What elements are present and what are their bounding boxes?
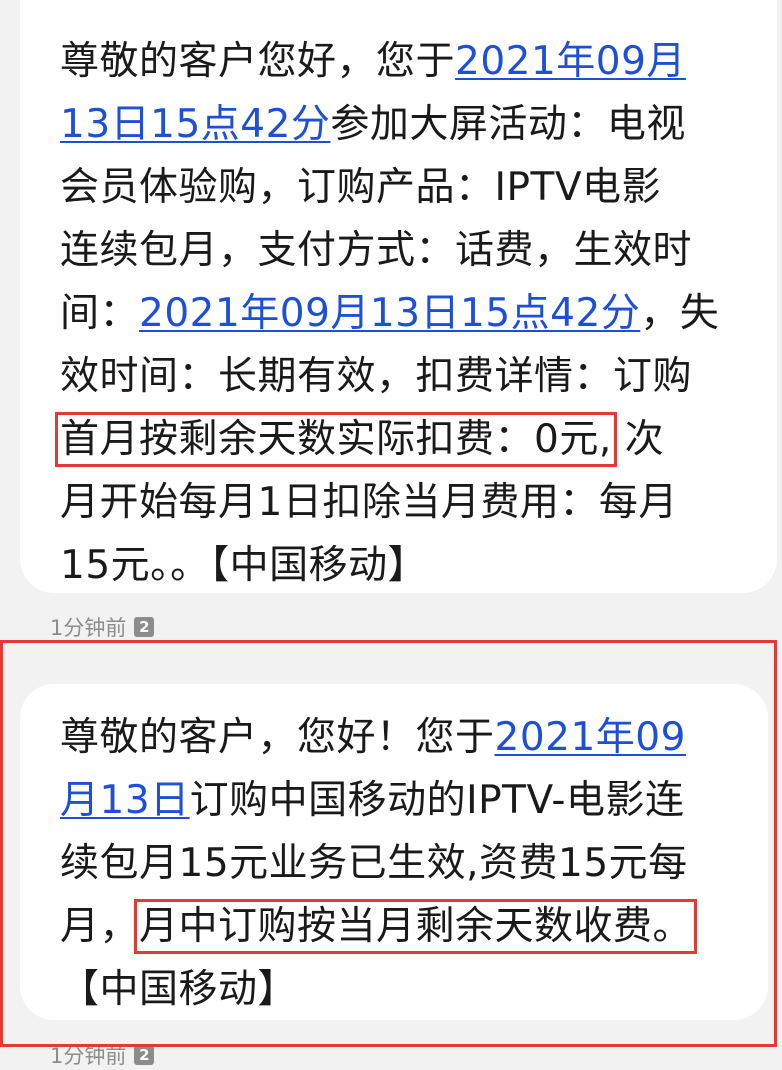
date-link[interactable]: 13日15点42分 (60, 102, 330, 147)
message-line: 续包月15元业务已生效,资费15元每 (60, 832, 692, 895)
message-line: 月开始每月1日扣除当月费用：每月 (60, 471, 719, 534)
message-line: 15元。。【中国移动】 (60, 534, 719, 597)
message-line: 效时间：长期有效，扣费详情：订购 (60, 345, 719, 408)
text-segment: 尊敬的客户，您好！您于 (60, 715, 495, 760)
message-line: 尊敬的客户您好，您于2021年09月 (60, 30, 719, 93)
text-segment: 月， (60, 904, 140, 949)
message-timestamp: 1分钟前 (50, 616, 127, 640)
text-segment: 15元。。【中国移动】 (60, 543, 428, 588)
text-segment: 次 (624, 417, 665, 462)
text-segment: 会员体验购，订购产品：IPTV电影 (60, 165, 662, 210)
message-timestamp: 1分钟前 (50, 1044, 127, 1068)
text-segment: 间： (60, 291, 140, 336)
message-line: 【中国移动】 (60, 958, 692, 1021)
text-segment: 效时间：长期有效，扣费详情：订购 (60, 354, 693, 399)
date-link[interactable]: 2021年09月 (455, 39, 686, 84)
message-line: 间：2021年09月13日15点42分，失 (60, 282, 719, 345)
text-segment: 【中国移动】 (60, 967, 298, 1012)
message-line: 尊敬的客户，您好！您于2021年09 (60, 706, 692, 769)
date-link[interactable]: 月13日 (60, 778, 190, 823)
sim-card-icon: 2 (134, 617, 155, 637)
message-line: 13日15点42分参加大屏活动：电视 (60, 93, 719, 156)
message-line: 首月按剩余天数实际扣费：0元, 次 (55, 408, 719, 471)
date-link[interactable]: 2021年09月13日15点42分 (139, 291, 640, 336)
text-segment: 月开始每月1日扣除当月费用：每月 (60, 480, 678, 525)
date-link[interactable]: 2021年09 (495, 715, 686, 760)
highlighted-charge-text: 月中订购按当月剩余天数收费。 (134, 899, 698, 954)
text-segment: 尊敬的客户您好，您于 (60, 39, 456, 84)
message-line: 月，月中订购按当月剩余天数收费。 (60, 895, 698, 958)
message-1-text: 尊敬的客户您好，您于2021年09月 13日15点42分参加大屏活动：电视 会员… (55, 30, 719, 597)
message-1-meta: 1分钟前 2 (50, 612, 155, 642)
sim-card-icon: 2 (134, 1045, 155, 1065)
text-segment: 参加大屏活动：电视 (330, 102, 686, 147)
message-line: 会员体验购，订购产品：IPTV电影 (60, 156, 719, 219)
message-line: 连续包月，支付方式：话费，生效时 (60, 219, 719, 282)
text-segment: ，失 (640, 291, 720, 336)
text-segment: 连续包月，支付方式：话费，生效时 (60, 228, 693, 273)
text-segment: 订购中国移动的IPTV-电影连 (189, 778, 685, 823)
message-2-meta: 1分钟前 2 (50, 1040, 155, 1070)
text-segment: 续包月15元业务已生效,资费15元每 (60, 841, 688, 886)
highlighted-charge-text: 首月按剩余天数实际扣费：0元, (55, 412, 617, 467)
message-line: 月13日订购中国移动的IPTV-电影连 (60, 769, 692, 832)
message-2-text: 尊敬的客户，您好！您于2021年09 月13日订购中国移动的IPTV-电影连 续… (60, 706, 698, 1021)
